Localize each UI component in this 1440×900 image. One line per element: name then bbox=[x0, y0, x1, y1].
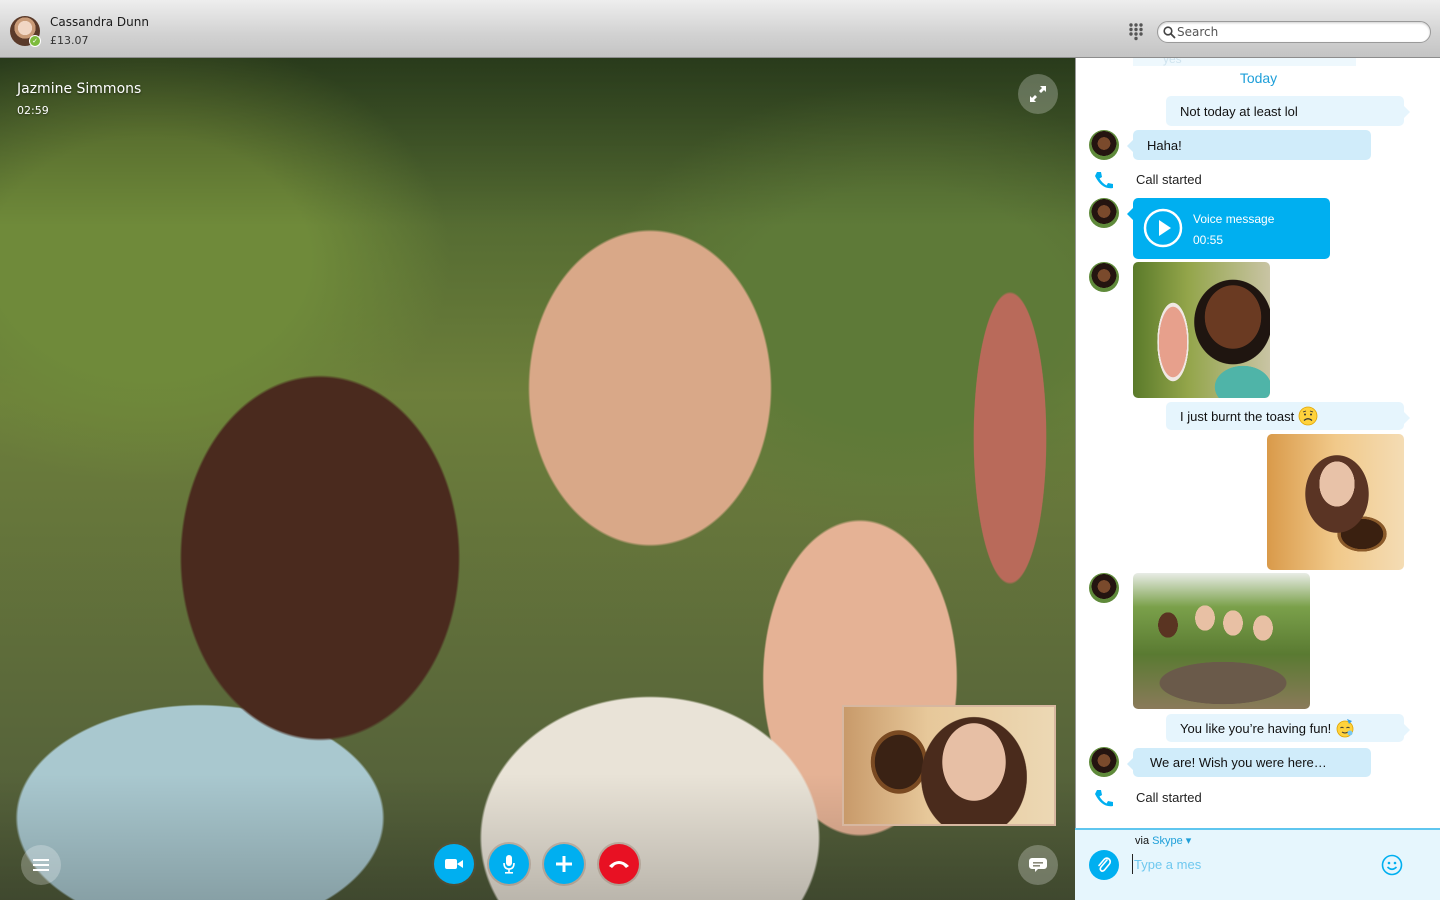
call-duration: 02:59 bbox=[17, 104, 49, 117]
voice-message-title: Voice message bbox=[1193, 212, 1275, 226]
hang-up-icon bbox=[609, 861, 629, 868]
add-participant-button[interactable] bbox=[544, 844, 584, 884]
video-toggle-button[interactable] bbox=[434, 844, 474, 884]
message-outgoing[interactable]: I just burnt the toast bbox=[1166, 402, 1410, 430]
mute-button[interactable] bbox=[489, 844, 529, 884]
presence-online-icon: ✓ bbox=[29, 35, 41, 47]
microphone-icon bbox=[503, 855, 515, 874]
search-box[interactable] bbox=[1157, 21, 1431, 43]
chat-bubble-icon bbox=[1029, 858, 1047, 872]
voice-message[interactable]: Voice message 00:55 bbox=[1127, 198, 1330, 259]
contact-avatar[interactable] bbox=[1089, 198, 1119, 228]
caret-down-icon[interactable]: ▾ bbox=[1186, 835, 1192, 847]
send-via-selector[interactable]: via Skype ▾ bbox=[1135, 834, 1191, 847]
conversation-panel: yes Today Not today at least lol Haha! C… bbox=[1075, 58, 1440, 900]
message-composer: via Skype ▾ bbox=[1075, 828, 1440, 900]
show-chat-button[interactable] bbox=[1018, 845, 1058, 885]
contact-avatar[interactable] bbox=[1089, 130, 1119, 160]
hamburger-icon bbox=[33, 859, 49, 871]
via-service[interactable]: Skype bbox=[1152, 835, 1183, 847]
message-incoming[interactable]: Haha! bbox=[1127, 130, 1371, 160]
user-name[interactable]: Cassandra Dunn bbox=[50, 15, 149, 29]
message-input[interactable] bbox=[1132, 854, 1372, 874]
previous-message-fragment: yes bbox=[1133, 58, 1356, 66]
caller-name: Jazmine Simmons bbox=[17, 81, 142, 97]
contact-avatar[interactable] bbox=[1089, 573, 1119, 603]
emoticon-picker-icon[interactable] bbox=[1381, 854, 1403, 876]
search-input[interactable] bbox=[1177, 23, 1422, 41]
plus-icon bbox=[556, 856, 572, 872]
title-bar: ✓ Cassandra Dunn £13.07 bbox=[0, 0, 1440, 58]
phone-icon bbox=[1095, 172, 1113, 189]
call-event: Call started bbox=[1076, 170, 1440, 190]
message-text: You like you’re having fun! bbox=[1180, 720, 1332, 736]
remote-video-feed: Jazmine Simmons 02:59 bbox=[0, 58, 1075, 900]
self-video-preview[interactable] bbox=[842, 705, 1056, 826]
phone-icon bbox=[1095, 790, 1113, 807]
paperclip-icon bbox=[1098, 857, 1112, 872]
via-prefix: via bbox=[1135, 835, 1150, 847]
message-text: Not today at least lol bbox=[1180, 103, 1298, 119]
message-text: I just burnt the toast bbox=[1180, 408, 1295, 424]
expand-icon bbox=[1030, 86, 1046, 102]
sad-face-emoticon-icon bbox=[1298, 406, 1318, 426]
message-text: Haha! bbox=[1147, 137, 1182, 153]
search-icon bbox=[1163, 26, 1176, 39]
call-event-text: Call started bbox=[1136, 790, 1202, 805]
contact-avatar[interactable] bbox=[1089, 747, 1119, 777]
call-event-text: Call started bbox=[1136, 172, 1202, 187]
call-event: Call started bbox=[1076, 788, 1440, 808]
video-camera-icon bbox=[445, 859, 463, 869]
message-text: We are! Wish you were here… bbox=[1150, 755, 1327, 770]
end-call-button[interactable] bbox=[599, 844, 639, 884]
contact-avatar[interactable] bbox=[1089, 262, 1119, 292]
call-controls bbox=[434, 844, 639, 884]
skype-credit[interactable]: £13.07 bbox=[50, 34, 89, 47]
voice-message-duration: 00:55 bbox=[1193, 233, 1224, 247]
message-outgoing[interactable]: Not today at least lol bbox=[1166, 96, 1410, 126]
shared-photo[interactable] bbox=[1133, 573, 1310, 709]
call-menu-button[interactable] bbox=[21, 845, 61, 885]
message-incoming[interactable]: We are! Wish you were here… bbox=[1127, 748, 1371, 777]
party-face-emoticon-icon bbox=[1336, 719, 1354, 738]
message-outgoing[interactable]: You like you’re having fun! bbox=[1166, 714, 1410, 742]
attach-file-button[interactable] bbox=[1089, 850, 1119, 880]
shared-photo[interactable] bbox=[1133, 262, 1270, 398]
shared-photo[interactable] bbox=[1267, 434, 1404, 570]
fullscreen-button[interactable] bbox=[1018, 74, 1058, 114]
play-icon[interactable] bbox=[1143, 208, 1183, 248]
date-separator: Today bbox=[1239, 70, 1278, 86]
dialpad-icon[interactable] bbox=[1128, 23, 1144, 41]
